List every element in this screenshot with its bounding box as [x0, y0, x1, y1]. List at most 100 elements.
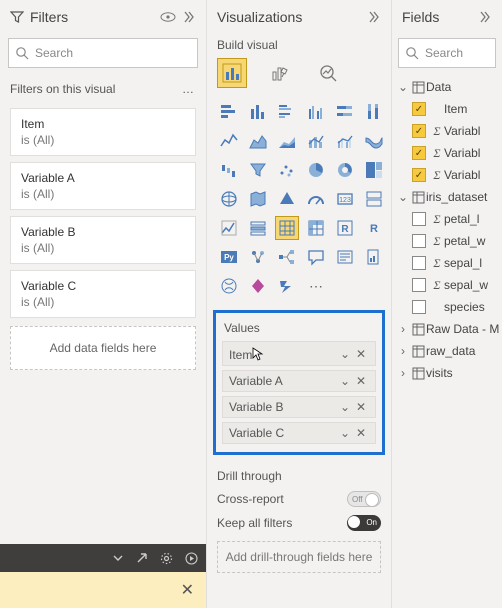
viz-donut-icon[interactable] — [333, 158, 357, 182]
field-row[interactable]: ΣVariabl — [410, 120, 502, 142]
viz-decomposition-tree-icon[interactable] — [275, 245, 299, 269]
collapse-pane-icon[interactable] — [363, 7, 383, 27]
field-row[interactable]: species — [410, 296, 502, 318]
remove-field-icon[interactable]: ✕ — [353, 347, 369, 361]
add-drill-fields-dropzone[interactable]: Add drill-through fields here — [217, 541, 381, 573]
viz-stacked-column-icon[interactable] — [246, 100, 270, 124]
viz-r-visual-icon[interactable]: R — [333, 216, 357, 240]
collapse-pane-icon[interactable] — [474, 7, 494, 27]
table-row[interactable]: ⌄ Data — [396, 76, 502, 98]
filter-card[interactable]: Item is (All) — [10, 108, 196, 156]
fields-search-input[interactable]: Search — [398, 38, 496, 68]
keep-filters-toggle[interactable]: On — [347, 515, 381, 531]
table-row[interactable]: › visits — [396, 362, 502, 384]
viz-arcgis-icon[interactable] — [217, 274, 241, 298]
value-field-row[interactable]: Variable A ⌄ ✕ — [222, 370, 376, 392]
viz-card-icon[interactable]: 123 — [333, 187, 357, 211]
table-row[interactable]: › Raw Data - M — [396, 318, 502, 340]
focus-mode-icon[interactable] — [136, 552, 148, 564]
viz-r-script-icon[interactable]: R — [362, 216, 386, 240]
viz-smart-narrative-icon[interactable] — [333, 245, 357, 269]
viz-line-stacked-column-icon[interactable] — [304, 129, 328, 153]
viz-azure-map-icon[interactable] — [275, 187, 299, 211]
close-icon[interactable]: ✕ — [181, 580, 194, 600]
remove-field-icon[interactable]: ✕ — [353, 400, 369, 414]
field-row[interactable]: Σsepal_l — [410, 252, 502, 274]
field-checkbox[interactable] — [412, 300, 426, 314]
add-filter-fields-dropzone[interactable]: Add data fields here — [10, 326, 196, 370]
sigma-icon: Σ — [430, 212, 444, 227]
more-options-icon[interactable]: … — [182, 82, 196, 96]
viz-stacked-area-icon[interactable] — [275, 129, 299, 153]
viz-ribbon-icon[interactable] — [362, 129, 386, 153]
viz-line-clustered-column-icon[interactable] — [333, 129, 357, 153]
table-row[interactable]: › raw_data — [396, 340, 502, 362]
field-checkbox[interactable] — [412, 124, 426, 138]
viz-table-icon[interactable] — [275, 216, 299, 240]
field-row[interactable]: ΣVariabl — [410, 142, 502, 164]
chevron-down-icon[interactable]: ⌄ — [337, 347, 353, 361]
value-field-row[interactable]: Item ⌄ ✕ — [222, 341, 376, 366]
show-hide-icon[interactable] — [158, 7, 178, 27]
play-icon[interactable] — [185, 552, 198, 565]
collapse-pane-icon[interactable] — [178, 7, 198, 27]
remove-field-icon[interactable]: ✕ — [353, 374, 369, 388]
viz-area-icon[interactable] — [246, 129, 270, 153]
viz-python-icon[interactable]: Py — [217, 245, 241, 269]
viz-line-icon[interactable] — [217, 129, 241, 153]
chevron-down-icon[interactable]: ⌄ — [337, 426, 353, 440]
field-checkbox[interactable] — [412, 146, 426, 160]
viz-paginated-report-icon[interactable] — [362, 245, 386, 269]
field-row[interactable]: Σsepal_w — [410, 274, 502, 296]
cross-report-toggle[interactable]: Off — [347, 491, 381, 507]
field-row[interactable]: ΣVariabl — [410, 164, 502, 186]
chevron-down-icon[interactable] — [112, 552, 124, 564]
viz-gauge-icon[interactable] — [304, 187, 328, 211]
tab-build-visual[interactable] — [217, 58, 247, 88]
remove-field-icon[interactable]: ✕ — [353, 426, 369, 440]
viz-funnel-icon[interactable] — [246, 158, 270, 182]
viz-treemap-icon[interactable] — [362, 158, 386, 182]
viz-power-automate-icon[interactable] — [275, 274, 299, 298]
viz-kpi-icon[interactable] — [217, 216, 241, 240]
viz-filled-map-icon[interactable] — [246, 187, 270, 211]
viz-power-apps-icon[interactable] — [246, 274, 270, 298]
viz-stacked-bar-icon[interactable] — [217, 100, 241, 124]
viz-key-influencers-icon[interactable] — [246, 245, 270, 269]
field-checkbox[interactable] — [412, 256, 426, 270]
value-field-row[interactable]: Variable B ⌄ ✕ — [222, 396, 376, 418]
field-checkbox[interactable] — [412, 234, 426, 248]
viz-pie-icon[interactable] — [304, 158, 328, 182]
viz-clustered-column-icon[interactable] — [304, 100, 328, 124]
viz-slicer-icon[interactable] — [246, 216, 270, 240]
chevron-down-icon[interactable]: ⌄ — [337, 374, 353, 388]
viz-waterfall-icon[interactable] — [217, 158, 241, 182]
viz-clustered-bar-icon[interactable] — [275, 100, 299, 124]
filter-card[interactable]: Variable A is (All) — [10, 162, 196, 210]
field-checkbox[interactable] — [412, 168, 426, 182]
field-row[interactable]: Σpetal_w — [410, 230, 502, 252]
viz-scatter-icon[interactable] — [275, 158, 299, 182]
tab-format-visual[interactable] — [265, 58, 295, 88]
field-row[interactable]: Item — [410, 98, 502, 120]
filter-card[interactable]: Variable C is (All) — [10, 270, 196, 318]
tab-analytics[interactable] — [313, 58, 343, 88]
viz-matrix-icon[interactable] — [304, 216, 328, 240]
viz-100-stacked-bar-icon[interactable] — [333, 100, 357, 124]
sigma-icon: Σ — [430, 256, 444, 271]
field-checkbox[interactable] — [412, 278, 426, 292]
chevron-down-icon[interactable]: ⌄ — [337, 400, 353, 414]
viz-get-more-icon[interactable]: ⋯ — [304, 274, 328, 298]
filter-card[interactable]: Variable B is (All) — [10, 216, 196, 264]
viz-100-stacked-column-icon[interactable] — [362, 100, 386, 124]
settings-icon[interactable] — [160, 552, 173, 565]
filters-search-input[interactable]: Search — [8, 38, 198, 68]
field-checkbox[interactable] — [412, 212, 426, 226]
field-checkbox[interactable] — [412, 102, 426, 116]
viz-multi-row-card-icon[interactable] — [362, 187, 386, 211]
viz-map-icon[interactable] — [217, 187, 241, 211]
field-row[interactable]: Σpetal_l — [410, 208, 502, 230]
table-row[interactable]: ⌄ iris_dataset — [396, 186, 502, 208]
viz-qna-icon[interactable] — [304, 245, 328, 269]
value-field-row[interactable]: Variable C ⌄ ✕ — [222, 422, 376, 444]
